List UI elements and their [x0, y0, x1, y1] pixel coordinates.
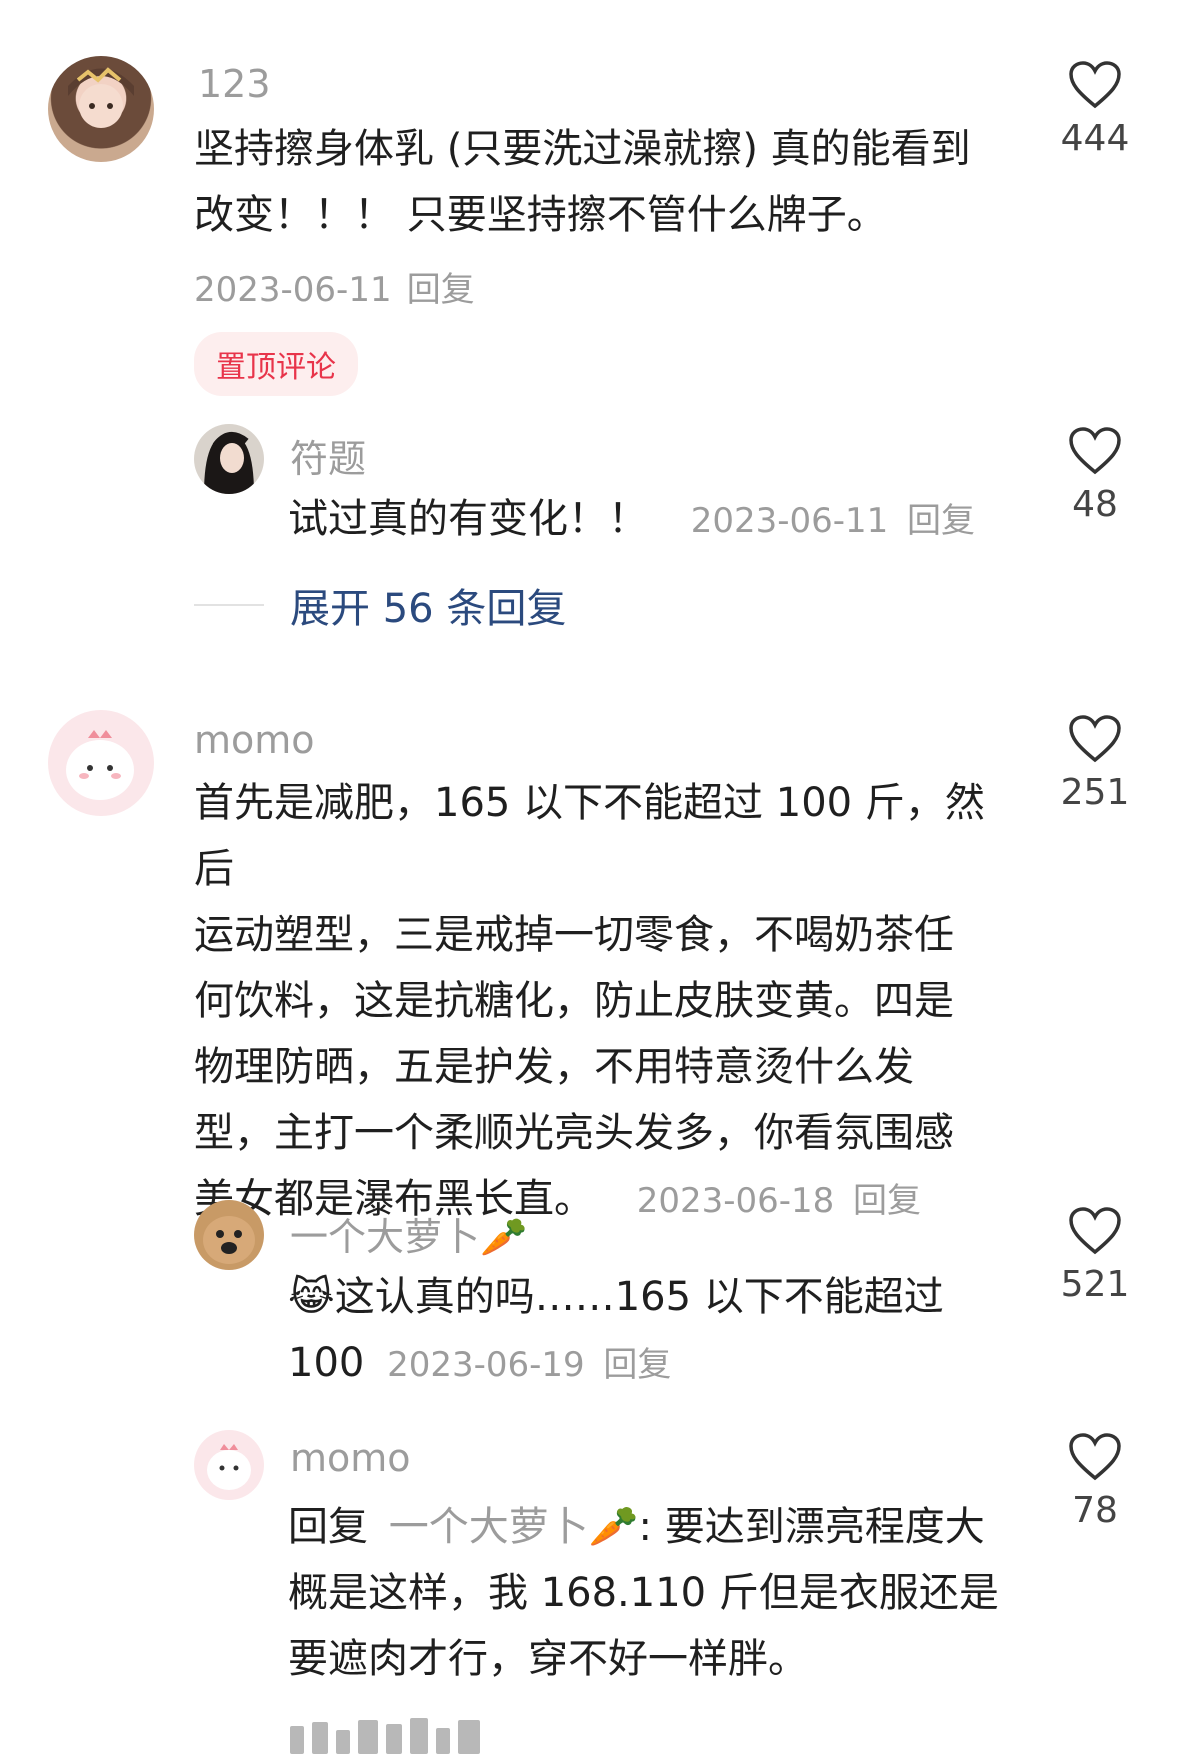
- watermark: [290, 1708, 580, 1754]
- heart-icon: [1069, 1433, 1121, 1481]
- reply-text: 😹这认真的吗……165 以下不能超过 100 2023-06-19 回复: [288, 1264, 1008, 1398]
- comment-line: 型，主打一个柔顺光亮头发多，你看氛围感: [194, 1110, 954, 1156]
- like-count: 444: [1060, 118, 1130, 159]
- comment-line: 物理防晒，五是护发，不用特意烫什么发: [194, 1044, 914, 1090]
- username[interactable]: momo: [194, 718, 315, 762]
- like-button[interactable]: 444: [1035, 60, 1155, 159]
- like-button[interactable]: 48: [1035, 426, 1155, 525]
- comment-date: 2023-06-11: [194, 270, 392, 310]
- reply-line: 😹这认真的吗……165 以下不能超过: [288, 1274, 944, 1320]
- reply-button[interactable]: 回复: [407, 270, 475, 310]
- comment-line: 坚持擦身体乳 (只要洗过澡就擦) 真的能看到: [194, 126, 971, 172]
- pinned-badge: 置顶评论: [194, 332, 358, 396]
- reply-date: 2023-06-19: [387, 1345, 585, 1385]
- like-count: 78: [1072, 1490, 1118, 1531]
- reply-text-line: 试过真的有变化！！ 2023-06-11 回复: [288, 486, 1008, 554]
- like-count: 521: [1060, 1264, 1130, 1305]
- reply-line: 100: [288, 1340, 365, 1386]
- reply-text: 回复 一个大萝卜🥕: 要达到漂亮程度大 概是这样，我 168.110 斤但是衣服…: [288, 1494, 1028, 1692]
- expand-replies[interactable]: 展开 56 条回复: [194, 576, 566, 634]
- girl-avatar-icon: [68, 67, 134, 128]
- reply-first-line: 回复 一个大萝卜🥕: 要达到漂亮程度大: [288, 1494, 1028, 1560]
- comment-meta: 2023-06-11 回复: [194, 262, 475, 311]
- girl-avatar-icon: [204, 432, 254, 494]
- username[interactable]: 符题: [290, 428, 366, 483]
- reply-date: 2023-06-11: [690, 501, 889, 541]
- dog-avatar-icon: [203, 1216, 255, 1264]
- cartoon-avatar-icon: [207, 1444, 251, 1490]
- comment-text: 坚持擦身体乳 (只要洗过澡就擦) 真的能看到 改变！！！ 只要坚持擦不管什么牌子…: [194, 116, 994, 248]
- heart-icon: [1069, 1207, 1121, 1255]
- comment-line: 首先是减肥，165 以下不能超过 100 斤，然后: [194, 780, 985, 892]
- reply-to-username[interactable]: 一个大萝卜🥕: [389, 1504, 639, 1550]
- avatar[interactable]: [194, 1430, 264, 1500]
- avatar[interactable]: [194, 424, 264, 494]
- like-count: 251: [1060, 772, 1130, 813]
- username[interactable]: 123: [198, 62, 271, 106]
- reply-prefix: 回复: [288, 1504, 368, 1550]
- reply-button[interactable]: 回复: [853, 1181, 921, 1221]
- reply-line: : 要达到漂亮程度大: [638, 1504, 985, 1550]
- heart-icon: [1069, 61, 1121, 109]
- avatar[interactable]: [194, 1200, 264, 1270]
- reply-line: 要遮肉才行，穿不好一样胖。: [288, 1636, 808, 1682]
- reply-text: 试过真的有变化！！: [288, 496, 648, 542]
- like-button[interactable]: 521: [1035, 1206, 1155, 1305]
- like-count: 48: [1072, 484, 1118, 525]
- expand-replies-label[interactable]: 展开 56 条回复: [290, 576, 566, 634]
- comment-line: 改变！！！ 只要坚持擦不管什么牌子。: [194, 192, 887, 238]
- reply-line: 概是这样，我 168.110 斤但是衣服还是: [288, 1570, 999, 1616]
- divider-line: [194, 604, 264, 606]
- username[interactable]: momo: [290, 1436, 411, 1480]
- comment-date: 2023-06-18: [636, 1181, 835, 1221]
- like-button[interactable]: 251: [1035, 714, 1155, 813]
- comment-line: 何饮料，这是抗糖化，防止皮肤变黄。四是: [194, 978, 954, 1024]
- username[interactable]: 一个大萝卜🥕: [290, 1206, 527, 1261]
- reply-last-line: 100 2023-06-19 回复: [288, 1330, 1008, 1398]
- comment-text: 首先是减肥，165 以下不能超过 100 斤，然后 运动塑型，三是戒掉一切零食，…: [194, 770, 1014, 1234]
- avatar[interactable]: [48, 710, 154, 816]
- reply-button[interactable]: 回复: [603, 1345, 671, 1385]
- heart-icon: [1069, 715, 1121, 763]
- heart-icon: [1069, 427, 1121, 475]
- comment-line: 运动塑型，三是戒掉一切零食，不喝奶茶任: [194, 912, 954, 958]
- cartoon-avatar-icon: [66, 730, 134, 800]
- avatar[interactable]: [48, 56, 154, 162]
- reply-button[interactable]: 回复: [907, 501, 975, 541]
- like-button[interactable]: 78: [1035, 1432, 1155, 1531]
